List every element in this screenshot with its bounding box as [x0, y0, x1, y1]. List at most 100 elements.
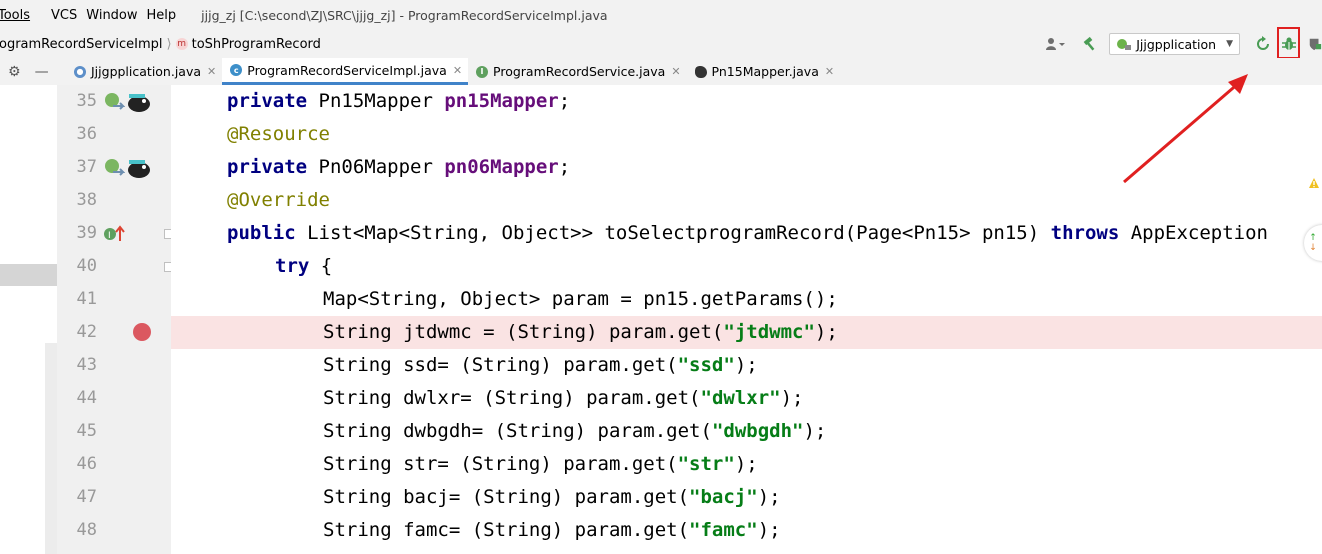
exception-type: AppException: [1119, 222, 1268, 244]
code-line-41: Map<String, Object> param = pn15.getPara…: [323, 283, 1322, 316]
tab-tools: ⚙ —: [0, 64, 66, 80]
type-name: Pn06Mapper: [307, 156, 445, 178]
arrow-up-icon[interactable]: ↑: [1309, 233, 1317, 243]
menu-help[interactable]: Help: [147, 8, 184, 23]
warning-icon[interactable]: [1308, 177, 1320, 189]
run-configuration-label: Jjjgpplication: [1136, 36, 1217, 52]
line-number: 41: [76, 289, 97, 309]
close-icon[interactable]: ✕: [825, 65, 834, 78]
minimize-icon[interactable]: —: [35, 64, 49, 80]
build-hammer-icon[interactable]: [1079, 33, 1101, 55]
tab-programrecordservice[interactable]: I ProgramRecordService.java ✕: [468, 58, 687, 85]
breadcrumb-class[interactable]: ogramRecordServiceImpl: [0, 37, 163, 52]
code-line-43: String ssd= (String) param.get("ssd");: [323, 349, 1322, 382]
line-number: 45: [76, 421, 97, 441]
annotation: @Override: [227, 189, 330, 211]
keyword: try: [275, 255, 310, 277]
coverage-shield-icon[interactable]: [1308, 33, 1322, 55]
field-name: pn06Mapper: [444, 156, 559, 178]
tab-jjjgpplication[interactable]: ● Jjjgpplication.java ✕: [66, 58, 222, 85]
spring-bean-navigate-icon[interactable]: [103, 151, 125, 184]
code-text: String dwbgdh= (String) param.get(: [323, 420, 712, 442]
gear-icon[interactable]: ⚙: [8, 64, 21, 80]
mybatis-bird-icon[interactable]: [125, 85, 153, 118]
line-number: 35: [76, 91, 97, 111]
keyword: throws: [1050, 222, 1120, 244]
line-number: 36: [76, 124, 97, 144]
tab-label: Jjjgpplication.java: [91, 64, 202, 79]
line-number: 44: [76, 388, 97, 408]
close-icon[interactable]: ✕: [453, 64, 462, 77]
code-line-40: try {: [275, 250, 1322, 283]
spring-bean-navigate-icon[interactable]: [103, 85, 125, 118]
keyword: private: [227, 90, 308, 112]
breakpoint-icon[interactable]: [133, 323, 151, 341]
line-number: 40: [76, 256, 97, 276]
user-icon[interactable]: [1045, 33, 1067, 55]
code-line-45: String dwbgdh= (String) param.get("dwbgd…: [323, 415, 1322, 448]
window-title: jjjg_zj [C:\second\ZJ\SRC\jjjg_zj] - Pro…: [201, 7, 608, 23]
code-text: String famc= (String) param.get(: [323, 519, 690, 541]
mybatis-bird-icon[interactable]: [125, 151, 153, 184]
line-number: 46: [76, 454, 97, 474]
menu-window[interactable]: Window: [86, 8, 144, 23]
project-panel-scrollbar[interactable]: [45, 343, 57, 554]
code-text: );: [734, 453, 758, 475]
run-configuration-select[interactable]: Jjjgpplication ▼: [1109, 33, 1240, 55]
code-text: );: [757, 519, 781, 541]
string-literal: "bacj": [689, 486, 758, 508]
implements-method-icon[interactable]: I: [103, 217, 125, 250]
line-number: 42: [76, 322, 97, 342]
code-text: String jtdwmc = (String) param.get(: [323, 321, 724, 343]
menu-vcs[interactable]: VCS: [51, 8, 84, 23]
spring-app-icon: [1117, 39, 1132, 50]
tab-label: ProgramRecordService.java: [493, 64, 666, 79]
editor-right-strip: ↑ ↓: [1304, 85, 1322, 554]
close-icon[interactable]: ✕: [207, 65, 216, 78]
rerun-icon[interactable]: [1252, 33, 1274, 55]
keyword: private: [227, 156, 308, 178]
inspection-navigation-widget[interactable]: ↑ ↓: [1304, 225, 1322, 261]
code-text: ;: [558, 90, 571, 112]
code-text: String dwlxr= (String) param.get(: [323, 387, 701, 409]
code-line-46: String str= (String) param.get("str");: [323, 448, 1322, 481]
navigation-bar: ogramRecordServiceImpl ⟩ m toShProgramRe…: [0, 30, 1322, 59]
code-line-42: String jtdwmc = (String) param.get("jtdw…: [323, 316, 1322, 349]
arrow-down-icon[interactable]: ↓: [1309, 243, 1317, 253]
keyword: public: [227, 222, 296, 244]
method-icon: m: [175, 38, 188, 50]
menu-tools[interactable]: Tools: [0, 8, 37, 23]
string-literal: "dwbgdh": [711, 420, 804, 442]
code-text: );: [734, 354, 758, 376]
editor-gutter: 35 36 37 38 39 40 41 42 43 44 45 46 47 4…: [57, 85, 174, 554]
line-number: 43: [76, 355, 97, 375]
code-text: );: [757, 486, 781, 508]
close-icon[interactable]: ✕: [671, 65, 680, 78]
spring-app-icon: ●: [74, 65, 86, 78]
breadcrumb-separator: ⟩: [166, 36, 172, 52]
line-number: 48: [76, 520, 97, 540]
line-number: 38: [76, 190, 97, 210]
annotation: @Resource: [227, 123, 330, 145]
code-line-47: String bacj= (String) param.get("bacj");: [323, 481, 1322, 514]
breadcrumb-method[interactable]: toShProgramRecord: [192, 37, 321, 52]
tab-programrecordserviceimpl[interactable]: c ProgramRecordServiceImpl.java ✕: [222, 58, 469, 85]
code-text: {: [309, 255, 333, 277]
line-number: 39: [76, 223, 97, 243]
code-line-48: String famc= (String) param.get("famc");: [323, 514, 1322, 547]
tab-label: Pn15Mapper.java: [711, 64, 819, 79]
type-name: Pn15Mapper: [307, 90, 445, 112]
code-text: );: [814, 321, 838, 343]
string-literal: "jtdwmc": [723, 321, 815, 343]
chevron-down-icon: ▼: [1226, 39, 1233, 49]
code-text: String str= (String) param.get(: [323, 453, 678, 475]
line-number: 37: [76, 157, 97, 177]
method-signature: List<Map<String, Object>> toSelectprogra…: [295, 222, 1051, 244]
string-literal: "ssd": [677, 354, 735, 376]
tab-pn15mapper[interactable]: Pn15Mapper.java ✕: [687, 58, 841, 85]
project-panel-selection[interactable]: [0, 264, 57, 286]
code-text: String bacj= (String) param.get(: [323, 486, 690, 508]
string-literal: "famc": [689, 519, 758, 541]
code-text: Map<String, Object> param = pn15.getPara…: [323, 288, 838, 310]
code-text: );: [780, 387, 804, 409]
